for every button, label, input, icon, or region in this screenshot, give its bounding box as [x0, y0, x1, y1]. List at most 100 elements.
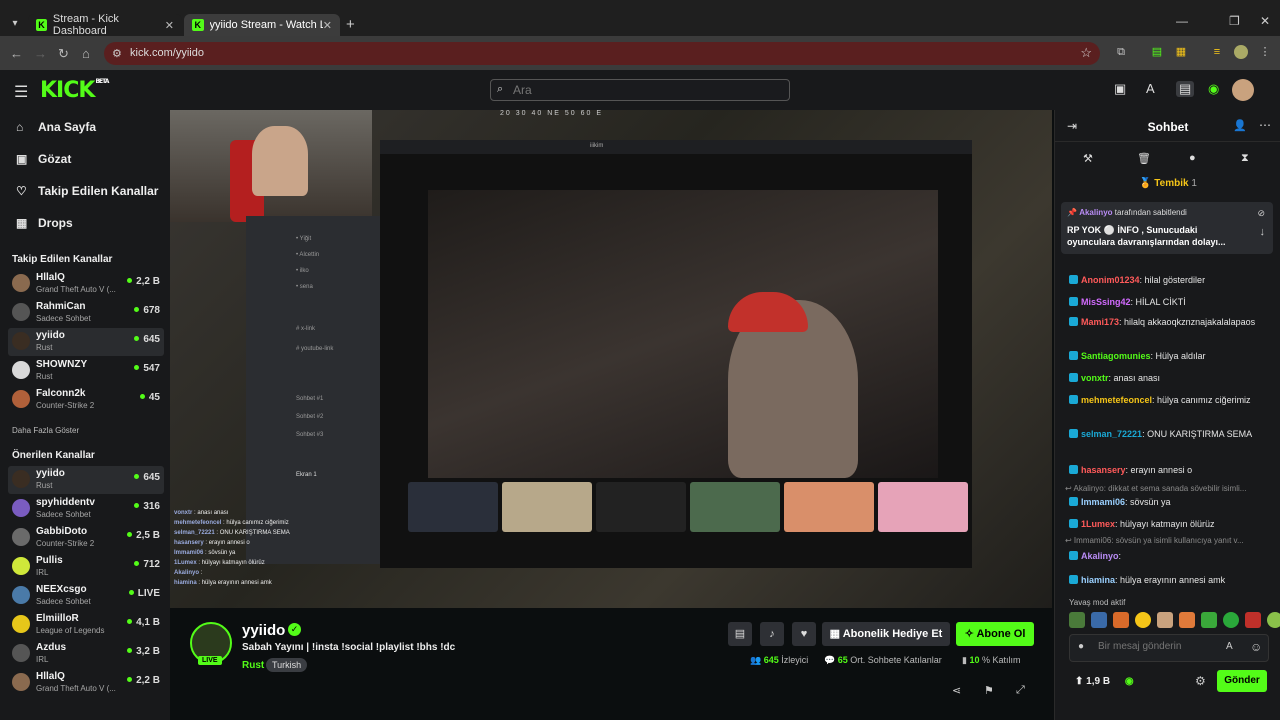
sidebar-channel[interactable]: HllalQ Grand Theft Auto V (... 2,2 B: [8, 669, 164, 697]
share-icon[interactable]: ⋖: [952, 684, 961, 697]
nav-drops[interactable]: ▦ Drops: [16, 216, 73, 230]
kick-points-icon[interactable]: ◉: [1208, 81, 1219, 97]
emote[interactable]: [1267, 612, 1280, 628]
search-input[interactable]: [513, 82, 783, 98]
chat-input[interactable]: [1098, 641, 1218, 652]
url-field[interactable]: ⚙ kick.com/yyiido ☆: [104, 42, 1100, 65]
menu-icon[interactable]: ☰: [14, 82, 28, 102]
close-tab-icon[interactable]: ✕: [165, 19, 174, 32]
chat-message[interactable]: Immami06: sövsün ya: [1069, 496, 1275, 509]
video-player[interactable]: 20 30 40 NE 50 60 E • Yiğit • Alcettin •…: [170, 110, 1052, 608]
chat-message[interactable]: hasansery: erayın annesi o: [1069, 464, 1275, 477]
reply-context[interactable]: ↩ Immami06: sövsün ya isimli kullanıcıya…: [1065, 536, 1275, 545]
chat-bubble-icon[interactable]: ●: [1189, 152, 1196, 164]
chat-message[interactable]: 1Lumex: hülyayı katmayın ölürüz: [1069, 518, 1275, 531]
chat-message[interactable]: Santiagomunies: Hülya aldılar: [1069, 350, 1275, 363]
tab-yyiido-stream[interactable]: K yyiido Stream - Watch Live on ✕: [184, 14, 340, 36]
reload-icon[interactable]: ↻: [58, 46, 69, 62]
sidebar-channel[interactable]: Falconn2k Counter-Strike 2 45: [8, 386, 164, 414]
kick-logo[interactable]: KICKBETA: [40, 78, 109, 103]
emote[interactable]: [1245, 612, 1261, 628]
chat-username[interactable]: 1Lumex: [1081, 519, 1115, 529]
playlist-extension-icon[interactable]: ≡: [1210, 45, 1224, 59]
chat-username[interactable]: Mami173: [1081, 317, 1119, 327]
extension-icon[interactable]: ⧉: [1114, 45, 1128, 59]
emote[interactable]: [1223, 612, 1239, 628]
sidebar-channel[interactable]: RahmiCan Sadece Sohbet 678: [8, 299, 164, 327]
chat-message[interactable]: MisSsing42: HİLAL CİKTİ: [1069, 296, 1275, 309]
chat-username[interactable]: hiamina: [1081, 575, 1115, 585]
emoji-icon[interactable]: ☺: [1250, 640, 1262, 654]
browser-menu-icon[interactable]: ⋮: [1258, 45, 1272, 59]
minimize-icon[interactable]: —: [1176, 14, 1188, 28]
emote[interactable]: [1157, 612, 1173, 628]
expand-pinned-icon[interactable]: ↓: [1260, 226, 1266, 238]
unpin-icon[interactable]: ⊘: [1257, 208, 1265, 219]
nav-browse[interactable]: ▣ Gözat: [16, 152, 71, 166]
chat-message[interactable]: Anonim01234: hilal gösterdiler: [1069, 274, 1275, 287]
show-more-link[interactable]: Daha Fazla Göster: [12, 426, 79, 435]
user-avatar[interactable]: [1232, 79, 1254, 101]
sidebar-channel[interactable]: Pullis IRL 712: [8, 553, 164, 581]
sidebar-channel[interactable]: GabbiDoto Counter-Strike 2 2,5 B: [8, 524, 164, 552]
sidebar-channel[interactable]: yyiido Rust 645: [8, 328, 164, 356]
close-tab-icon[interactable]: ✕: [323, 19, 332, 32]
emote[interactable]: [1069, 612, 1085, 628]
pinned-message[interactable]: 📌 Akalinyo tarafından sabitlendi RP YOK …: [1061, 202, 1273, 254]
drops-icon[interactable]: ▣: [1114, 81, 1126, 97]
chat-message[interactable]: Mami173: hilalq akkaoqkznznajakalalapaos: [1069, 316, 1275, 329]
chat-users-icon[interactable]: 👤: [1233, 119, 1247, 132]
chat-username[interactable]: vonxtr: [1081, 373, 1109, 383]
chat-username[interactable]: Anonim01234: [1081, 275, 1140, 285]
chat-username[interactable]: mehmetefeoncel: [1081, 395, 1152, 405]
chat-username[interactable]: Akalinyo: [1081, 551, 1119, 561]
theatre-mode-icon[interactable]: ⤢: [1016, 684, 1025, 697]
profile-icon[interactable]: [1234, 45, 1248, 59]
chat-message[interactable]: hiamina: hülya erayının annesi amk: [1069, 574, 1275, 587]
hourglass-icon[interactable]: ⧗: [1241, 152, 1249, 165]
chat-more-icon[interactable]: ⋯: [1259, 118, 1271, 132]
nav-home[interactable]: ⌂ Ana Sayfa: [16, 120, 96, 134]
chat-input-box[interactable]: ● A ☺: [1069, 634, 1269, 662]
chat-message[interactable]: vonxtr: anası anası: [1069, 372, 1275, 385]
kick-points[interactable]: ⬆ 1,9 B ◉: [1075, 676, 1134, 687]
streamer-name[interactable]: yyiido: [242, 622, 285, 639]
chat-message[interactable]: mehmetefeoncel: hülya canımız ciğerimiz: [1069, 394, 1275, 407]
sidebar-channel[interactable]: NEEXcsgo Sadece Sohbet LIVE: [8, 582, 164, 610]
close-window-icon[interactable]: ✕: [1260, 14, 1270, 28]
tab-kick-dashboard[interactable]: K Stream - Kick Dashboard ✕: [28, 13, 182, 37]
mod-hammer-icon[interactable]: ⚒: [1083, 152, 1093, 165]
stream-category[interactable]: Rust: [242, 660, 264, 671]
home-icon[interactable]: ⌂: [82, 46, 90, 61]
report-icon[interactable]: ⚑: [984, 684, 994, 697]
follow-heart-button[interactable]: ♥: [792, 622, 816, 646]
sidebar-channel[interactable]: spyhiddentv Sadece Sohbet 316: [8, 495, 164, 523]
emote[interactable]: [1091, 612, 1107, 628]
new-tab-icon[interactable]: +: [346, 16, 355, 33]
reply-context[interactable]: ↩ Akalinyo: dikkat et sema sanada sövebi…: [1065, 484, 1275, 493]
send-button[interactable]: Gönder: [1217, 670, 1267, 692]
emote[interactable]: [1113, 612, 1129, 628]
site-info-icon[interactable]: ⚙: [112, 47, 122, 60]
emote[interactable]: [1179, 612, 1195, 628]
chat-username[interactable]: MisSsing42: [1081, 297, 1131, 307]
dashboard-icon[interactable]: ▤: [1176, 81, 1195, 97]
chat-message[interactable]: Akalinyo:: [1069, 550, 1275, 563]
chat-username[interactable]: Santiagomunies: [1081, 351, 1151, 361]
sidebar-channel[interactable]: Azdus IRL 3,2 B: [8, 640, 164, 668]
trash-extension-icon[interactable]: ▤: [1150, 45, 1164, 59]
sidebar-channel[interactable]: ElmiilloR League of Legends 4,1 B: [8, 611, 164, 639]
chat-identity-icon[interactable]: ●: [1078, 641, 1084, 652]
notification-bell-button[interactable]: ♪: [760, 622, 784, 646]
emote[interactable]: [1135, 612, 1151, 628]
tab-search-icon[interactable]: ▾: [6, 14, 24, 34]
back-icon[interactable]: ←: [10, 46, 23, 61]
chat-username[interactable]: hasansery: [1081, 465, 1126, 475]
chat-username[interactable]: selman_72221: [1081, 429, 1142, 439]
sidebar-channel[interactable]: HllalQ Grand Theft Auto V (... 2,2 B: [8, 270, 164, 298]
translate-extension-icon[interactable]: ▦: [1174, 45, 1188, 59]
chat-message[interactable]: selman_72221: ONU KARIŞTIRMA SEMA: [1069, 428, 1275, 441]
sidebar-channel[interactable]: SHOWNZY Rust 547: [8, 357, 164, 385]
emote[interactable]: [1201, 612, 1217, 628]
translate-icon[interactable]: A: [1226, 641, 1233, 652]
